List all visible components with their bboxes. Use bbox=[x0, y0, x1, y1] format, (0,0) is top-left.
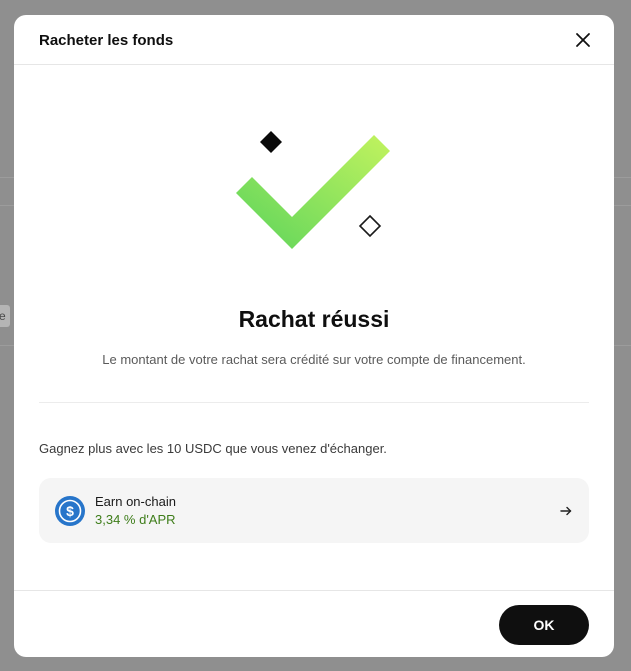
close-button[interactable] bbox=[574, 31, 592, 49]
close-icon bbox=[576, 33, 590, 47]
modal-title: Racheter les fonds bbox=[39, 32, 174, 49]
success-illustration bbox=[14, 65, 614, 275]
redeem-modal: Racheter les fonds Rachat réussi Le mont… bbox=[14, 15, 614, 657]
arrow-right-icon bbox=[560, 506, 572, 516]
modal-header: Racheter les fonds bbox=[14, 15, 614, 65]
result-subtitle: Le montant de votre rachat sera crédité … bbox=[102, 352, 526, 367]
usdc-icon: $ bbox=[55, 496, 85, 526]
section-divider bbox=[39, 402, 589, 403]
modal-footer: OK bbox=[14, 590, 614, 657]
earn-title: Earn on-chain bbox=[95, 494, 176, 509]
background-chip: e bbox=[0, 305, 10, 327]
svg-text:$: $ bbox=[66, 503, 74, 519]
outline-diamond-icon bbox=[358, 214, 382, 238]
filled-diamond-icon bbox=[260, 131, 282, 153]
earn-apr: 3,34 % d'APR bbox=[95, 512, 176, 527]
earn-on-chain-card[interactable]: $ Earn on-chain 3,34 % d'APR bbox=[39, 478, 589, 543]
success-checkmark-icon bbox=[236, 131, 390, 249]
result-title: Rachat réussi bbox=[238, 306, 390, 332]
ok-button[interactable]: OK bbox=[499, 605, 589, 645]
promo-text: Gagnez plus avec les 10 USDC que vous ve… bbox=[39, 441, 387, 456]
